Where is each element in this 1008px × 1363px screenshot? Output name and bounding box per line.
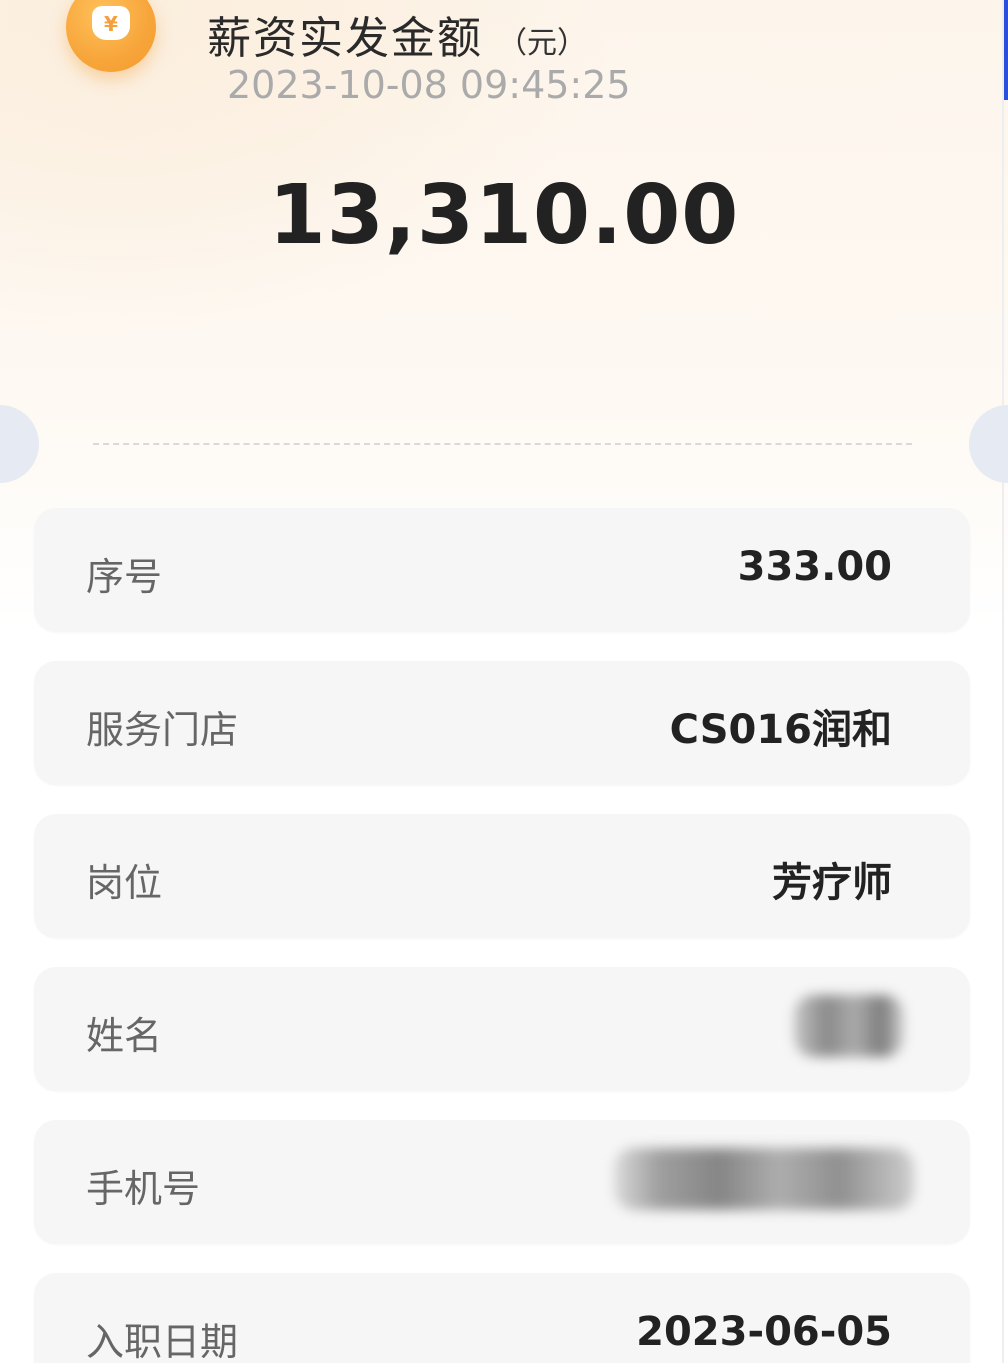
scroll-edge-indicator: [1004, 0, 1008, 100]
detail-row-serial: 序号 333.00: [34, 508, 970, 632]
detail-list: 序号 333.00 服务门店 CS016润和 岗位 芳疗师 姓名 手机号 入职日…: [34, 508, 970, 1363]
row-value: 2023-06-05: [636, 1309, 892, 1355]
row-label: 手机号: [86, 1167, 201, 1211]
detail-row-name: 姓名: [34, 967, 970, 1091]
payment-datetime: 2023-10-08 09:45:25: [227, 63, 631, 107]
detail-row-position: 岗位 芳疗师: [34, 814, 970, 938]
row-label: 序号: [86, 555, 163, 599]
detail-row-store: 服务门店 CS016润和: [34, 661, 970, 785]
row-value: CS016润和: [669, 707, 892, 753]
ticket-notch-right: [969, 405, 1008, 483]
ticket-notch-left: [0, 405, 39, 483]
detail-row-hire-date: 入职日期 2023-06-05: [34, 1273, 970, 1363]
redacted-name: [794, 995, 904, 1057]
row-label: 姓名: [86, 1014, 163, 1058]
salary-title-text: 薪资实发金额: [207, 13, 483, 64]
row-label: 岗位: [86, 861, 163, 905]
money-bag-icon: ¥: [66, 0, 156, 72]
net-salary-amount: 13,310.00: [268, 168, 740, 263]
row-label: 入职日期: [86, 1320, 239, 1363]
currency-unit: （元）: [497, 26, 587, 61]
row-value: 333.00: [737, 544, 892, 590]
salary-title: 薪资实发金额 （元）: [207, 2, 587, 66]
yuan-icon: ¥: [92, 6, 130, 40]
redacted-phone: [614, 1148, 914, 1210]
detail-row-phone: 手机号: [34, 1120, 970, 1244]
salary-detail-page: ¥ 薪资实发金额 （元） 2023-10-08 09:45:25 13,310.0…: [0, 0, 1008, 1363]
row-value: 芳疗师: [772, 860, 892, 906]
dashed-divider: [93, 443, 912, 445]
row-label: 服务门店: [86, 708, 239, 752]
